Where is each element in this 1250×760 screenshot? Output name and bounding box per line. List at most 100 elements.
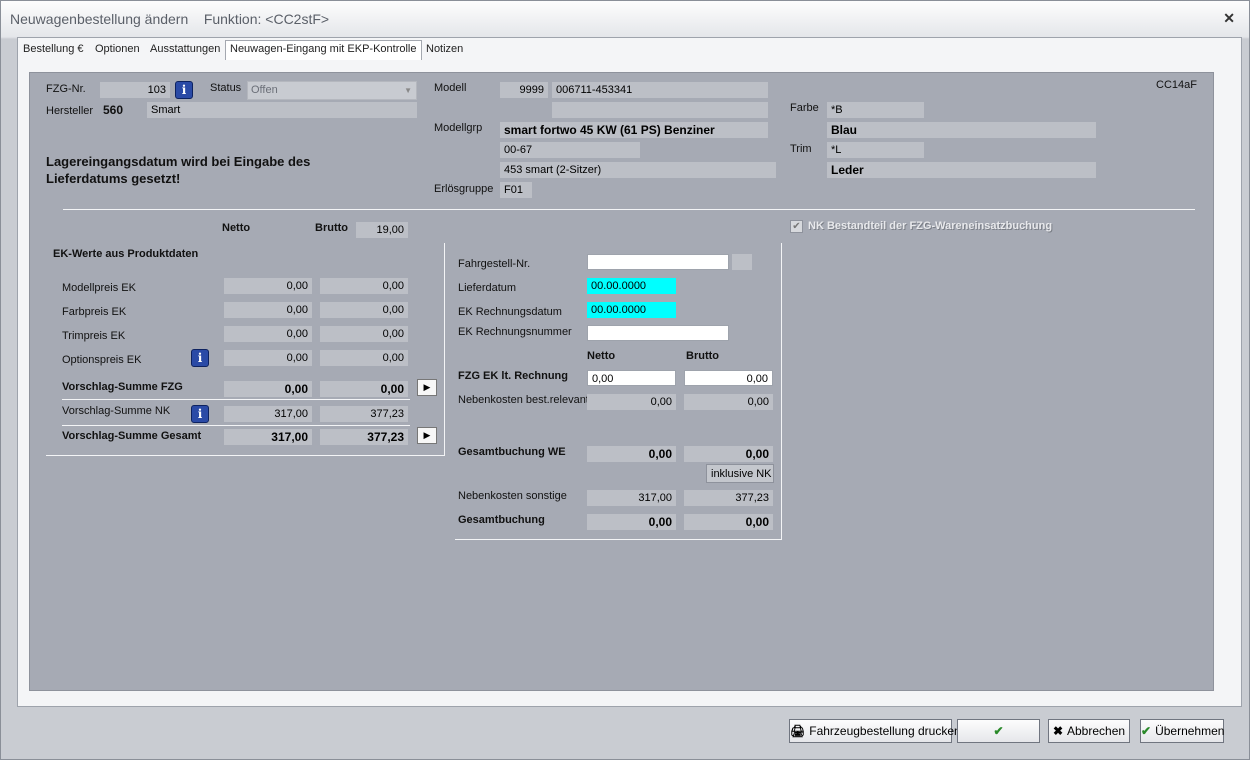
sum-fzg-brutto: 0,00 <box>320 381 408 397</box>
chevron-down-icon: ▼ <box>404 86 412 95</box>
trim-code: *L <box>827 142 924 158</box>
fahrgestell-input[interactable] <box>587 254 729 270</box>
modellgrp-desc: 453 smart (2-Sitzer) <box>500 162 776 178</box>
lagereingang-notice: Lagereingangsdatum wird bei Eingabe des … <box>46 154 311 186</box>
farbe-code: *B <box>827 102 924 118</box>
tab-optionen[interactable]: Optionen <box>91 41 144 59</box>
ek-row-brutto: 0,00 <box>320 278 408 294</box>
cancel-button[interactable]: ✖ Abbrechen <box>1048 719 1130 743</box>
fzg-ek-netto-input[interactable]: 0,00 <box>587 370 676 386</box>
gesamtbuchung-label: Gesamtbuchung <box>458 514 545 526</box>
x-icon: ✖ <box>1052 724 1063 738</box>
rechnungsnummer-label: EK Rechnungsnummer <box>458 326 572 338</box>
close-icon[interactable]: ✕ <box>1223 10 1235 27</box>
hersteller-code: 560 <box>103 103 124 117</box>
rechnungsdatum-input[interactable]: 00.00.0000 <box>587 302 676 318</box>
ok-button[interactable]: ✔ <box>957 719 1040 743</box>
ek-row-label: Trimpreis EK <box>62 330 126 342</box>
nk-sonst-brutto: 377,23 <box>684 490 773 506</box>
form-code: CC14aF <box>1156 79 1197 91</box>
nk-best-netto: 0,00 <box>587 394 676 410</box>
rechnungsnummer-input[interactable] <box>587 325 729 341</box>
mwst-rate: 19,00 <box>356 222 408 238</box>
modellgrp-value: smart fortwo 45 KW (61 PS) Benziner <box>500 122 768 138</box>
sum-fzg-label: Vorschlag-Summe FZG <box>62 381 183 393</box>
separator <box>63 209 1195 210</box>
fzg-ek-label: FZG EK lt. Rechnung <box>458 370 568 382</box>
fzg-info-icon[interactable]: i <box>175 81 193 99</box>
ek-row-brutto: 0,00 <box>320 326 408 342</box>
fahrgestell-label: Fahrgestell-Nr. <box>458 258 531 270</box>
modell-number: 006711-453341 <box>552 82 768 98</box>
sum-nk-netto: 317,00 <box>224 406 312 422</box>
right-brutto-header: Brutto <box>686 350 719 362</box>
ek-row-netto: 0,00 <box>224 326 312 342</box>
farbe-label: Farbe <box>790 102 819 114</box>
modell-empty <box>552 102 768 118</box>
tab-notizen[interactable]: Notizen <box>422 41 467 59</box>
right-box-line <box>781 243 782 540</box>
accept-button[interactable]: ✔ Übernehmen <box>1140 719 1224 743</box>
trim-label: Trim <box>790 143 812 155</box>
nk-sonst-label: Nebenkosten sonstige <box>458 490 567 502</box>
right-netto-header: Netto <box>587 350 616 362</box>
ek-row-label: Farbpreis EK <box>62 306 127 318</box>
ek-bottom-line <box>46 455 444 456</box>
ek-netto-header: Netto <box>222 222 251 234</box>
sum-nk-label: Vorschlag-Summe NK <box>62 405 171 417</box>
tab-bestellung[interactable]: Bestellung € <box>19 41 88 59</box>
fahrgestell-extra[interactable] <box>732 254 752 270</box>
ek-row-netto: 0,00 <box>224 350 312 366</box>
ek-right-line <box>444 243 445 456</box>
ek-brutto-header: Brutto <box>315 222 348 234</box>
erloes-value: F01 <box>500 182 532 198</box>
options-info-icon[interactable]: i <box>191 349 209 367</box>
tab-ausstattungen[interactable]: Ausstattungen <box>146 41 224 59</box>
right-box-bottom <box>455 539 782 540</box>
farbe-name: Blau <box>827 122 1096 138</box>
lieferdatum-input[interactable]: 00.00.0000 <box>587 278 676 294</box>
modell-label: Modell <box>434 82 467 94</box>
nk-checkbox-label: NK Bestandteil der FZG-Wareneinsatzbuchu… <box>808 220 1053 232</box>
gesamtbuchung-netto: 0,00 <box>587 514 676 530</box>
tab-neuwagen-eingang[interactable]: Neuwagen-Eingang mit EKP-Kontrolle <box>225 40 422 60</box>
sum-total-label: Vorschlag-Summe Gesamt <box>62 430 202 442</box>
ek-row-netto: 0,00 <box>224 278 312 294</box>
fzg-ek-brutto-input[interactable]: 0,00 <box>684 370 773 386</box>
nk-best-brutto: 0,00 <box>684 394 773 410</box>
rechnungsdatum-label: EK Rechnungsdatum <box>458 306 562 318</box>
fzg-number: 103 <box>100 82 170 98</box>
fzg-label: FZG-Nr. <box>46 83 86 95</box>
window-title: Neuwagenbestellung ändern Funktion: <CC2… <box>10 11 330 27</box>
ek-row-label: Modellpreis EK <box>62 282 136 294</box>
inklusive-nk-label: inklusive NK <box>706 464 774 483</box>
title-bar: Neuwagenbestellung ändern Funktion: <CC2… <box>1 1 1249 37</box>
trim-name: Leder <box>827 162 1096 178</box>
sum-total-brutto: 377,23 <box>320 429 408 445</box>
print-order-button[interactable]: 🖨 Fahrzeugbestellung drucken <box>789 719 961 743</box>
ek-row-label: Optionspreis EK <box>62 354 142 366</box>
ek-row-netto: 0,00 <box>224 302 312 318</box>
sum-fzg-arrow-button[interactable]: ▶ <box>417 379 437 396</box>
erloes-label: Erlösgruppe <box>434 183 494 195</box>
function-code: Funktion: <CC2stF> <box>203 11 330 27</box>
modell-code: 9999 <box>500 82 548 98</box>
ek-section-title: EK-Werte aus Produktdaten <box>53 248 199 260</box>
sum-separator <box>62 399 410 400</box>
sum-total-arrow-button[interactable]: ▶ <box>417 427 437 444</box>
gesamt-we-label: Gesamtbuchung WE <box>458 446 566 458</box>
sum-total-netto: 317,00 <box>224 429 312 445</box>
ek-row-brutto: 0,00 <box>320 302 408 318</box>
nk-sonst-netto: 317,00 <box>587 490 676 506</box>
checkmark-icon: ✔ <box>1141 724 1152 738</box>
sum-fzg-netto: 0,00 <box>224 381 312 397</box>
modellgrp-code: 00-67 <box>500 142 640 158</box>
nk-info-icon[interactable]: i <box>191 405 209 423</box>
modellgrp-label: Modellgrp <box>434 122 483 134</box>
gesamt-we-netto: 0,00 <box>587 446 676 462</box>
lieferdatum-label: Lieferdatum <box>458 282 517 294</box>
gesamtbuchung-brutto: 0,00 <box>684 514 773 530</box>
status-select[interactable]: Offen ▼ <box>247 81 417 100</box>
sum-separator <box>62 425 410 426</box>
nk-checkbox[interactable]: ✔ <box>790 220 803 233</box>
